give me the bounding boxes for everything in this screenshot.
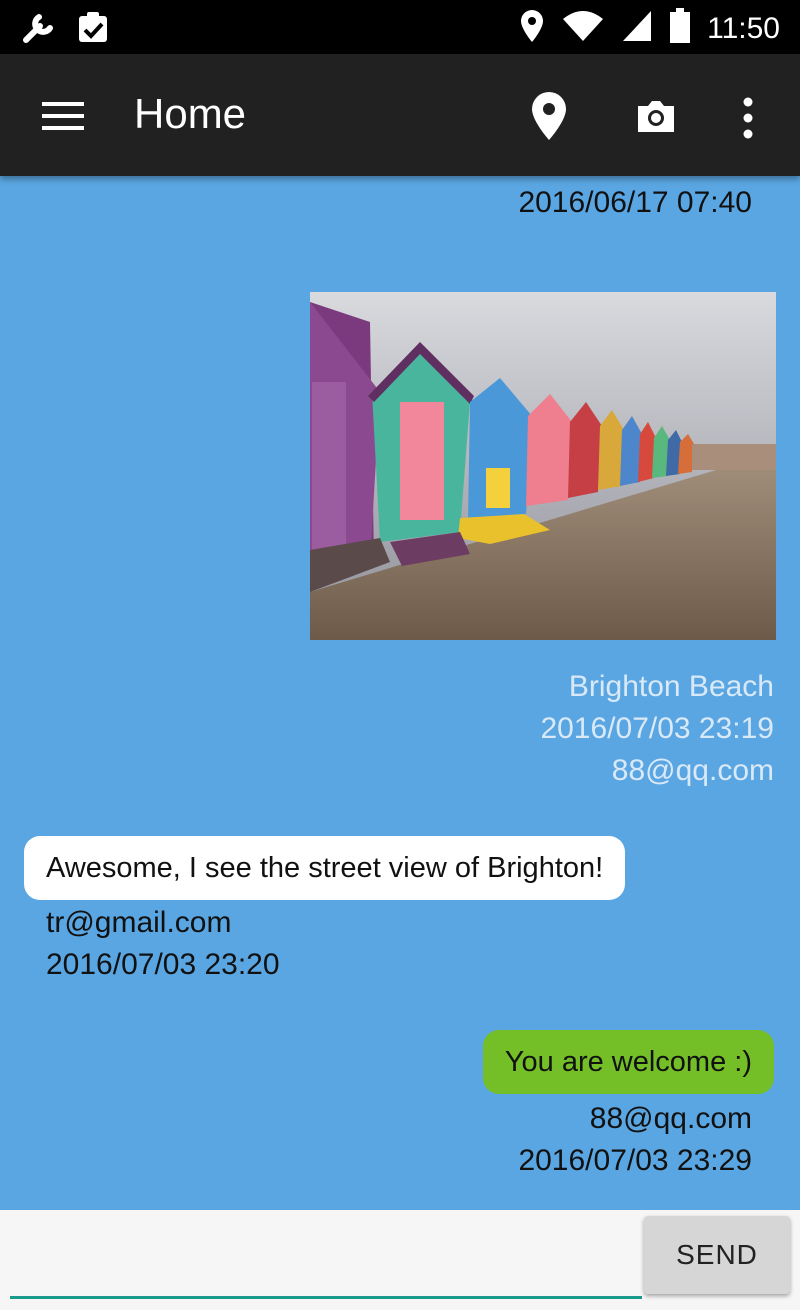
message-sender: tr@gmail.com xyxy=(46,906,232,939)
camera-icon xyxy=(634,101,678,140)
message-meta: 2016/06/17 07:40 xyxy=(518,182,752,224)
location-button[interactable] xyxy=(528,90,570,142)
more-vert-icon xyxy=(736,97,760,146)
shared-photo[interactable] xyxy=(310,292,776,640)
wifi-icon xyxy=(561,9,605,48)
beach-huts-image xyxy=(310,292,776,640)
location-pin-icon xyxy=(528,92,570,146)
menu-icon xyxy=(40,102,86,140)
incoming-message-meta: tr@gmail.com 2016/07/03 23:20 xyxy=(46,902,280,986)
location-icon xyxy=(519,8,545,49)
message-timestamp: 2016/07/03 23:20 xyxy=(46,948,280,981)
message-input[interactable] xyxy=(10,1224,642,1299)
incoming-message-bubble[interactable]: Awesome, I see the street view of Bright… xyxy=(24,836,626,900)
chat-area[interactable]: 2016/06/17 07:40 Brighton Beach 2016/07/… xyxy=(0,176,800,1210)
wrench-icon xyxy=(20,10,58,49)
outgoing-message-bubble[interactable]: You are welcome :) xyxy=(482,1030,774,1094)
photo-caption: Brighton Beach 2016/07/03 23:19 88@qq.co… xyxy=(540,666,774,792)
message-sender: 88@qq.com xyxy=(589,1102,752,1135)
menu-button[interactable] xyxy=(40,96,86,136)
page-title: Home xyxy=(134,90,247,137)
send-button[interactable]: SEND xyxy=(644,1216,790,1294)
photo-sender: 88@qq.com xyxy=(611,754,774,787)
photo-location: Brighton Beach xyxy=(568,670,774,703)
message-timestamp: 2016/06/17 07:40 xyxy=(518,186,752,219)
signal-icon xyxy=(621,9,653,48)
status-left-icons xyxy=(20,10,112,49)
app-bar: Home xyxy=(0,54,800,176)
clipboard-check-icon xyxy=(76,10,112,49)
status-right-icons: 11:50 xyxy=(519,8,780,49)
status-time: 11:50 xyxy=(707,11,780,45)
battery-icon xyxy=(669,8,691,49)
message-timestamp: 2016/07/03 23:29 xyxy=(518,1144,752,1177)
camera-button[interactable] xyxy=(634,96,678,136)
more-options-button[interactable] xyxy=(736,94,760,142)
composer-bar: SEND xyxy=(0,1210,800,1310)
photo-timestamp: 2016/07/03 23:19 xyxy=(540,712,774,745)
status-bar: 11:50 xyxy=(0,0,800,54)
outgoing-message-meta: 88@qq.com 2016/07/03 23:29 xyxy=(518,1098,752,1182)
